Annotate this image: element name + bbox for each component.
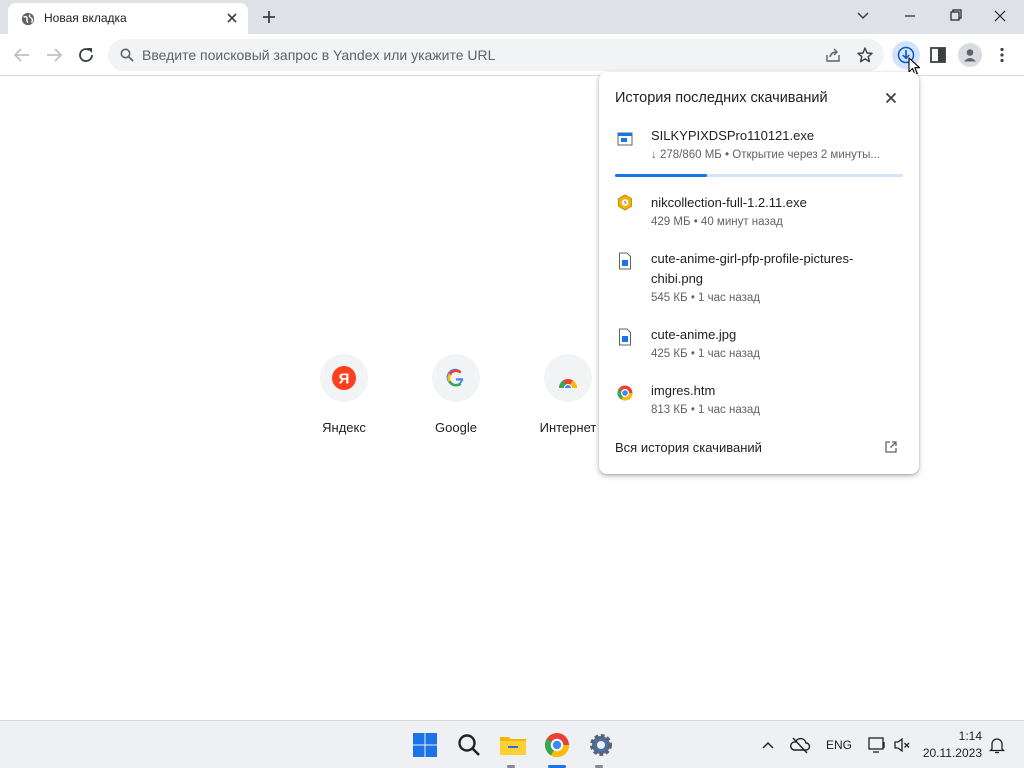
windows-start-icon[interactable] [409,729,441,761]
notification-bell-icon[interactable] [988,735,1006,755]
download-status: ↓ 278/860 МБ • Открытие через 2 минуты..… [651,149,880,161]
download-status: 545 КБ • 1 час назад [651,292,760,304]
all-downloads-link[interactable]: Вся история скачиваний [615,440,762,455]
profile-avatar[interactable] [958,43,982,67]
svg-text:Я: Я [339,371,350,388]
chevron-up-icon[interactable] [760,737,776,753]
shortcut-tile [544,354,592,402]
clock-time[interactable]: 1:14 [924,729,982,743]
globe-icon [21,12,35,26]
chevron-down-icon[interactable] [852,6,874,26]
shortcut-label: Google [435,420,477,435]
search-icon [120,48,134,62]
image-file-icon [619,328,631,346]
download-item[interactable]: cute-anime-girl-pfp-profile-pictures-chi… [599,249,919,313]
speaker-muted-icon[interactable] [892,735,912,755]
forward-button[interactable] [42,43,66,67]
restore-button[interactable] [943,5,967,27]
taskbar: ENG 1:14 20.11.2023 [0,720,1024,768]
download-item[interactable]: nikcollection-full-1.2.11.exe 429 МБ • 4… [599,192,919,236]
open-external-icon[interactable] [884,440,898,454]
chrome-icon[interactable] [541,729,573,761]
onedrive-offline-icon[interactable] [789,735,811,755]
toolbar [0,34,1024,76]
chrome-webstore-icon [559,379,577,388]
close-tab-icon[interactable] [224,10,240,26]
close-window-button[interactable] [988,5,1012,27]
shortcut-yandex[interactable]: Я Яндекс [294,354,394,444]
reload-button[interactable] [74,43,98,67]
file-explorer-icon[interactable] [497,729,529,761]
tab-title: Новая вкладка [44,11,127,25]
download-filename: nikcollection-full-1.2.11.exe [651,195,807,210]
language-indicator[interactable]: ENG [826,738,852,752]
shortcut-label: Яндекс [322,420,366,435]
tab-new-tab[interactable]: Новая вкладка [8,3,248,34]
search-icon[interactable] [453,729,485,761]
download-filename: SILKYPIXDSPro110121.exe [651,128,815,143]
settings-gear-icon[interactable] [585,729,617,761]
google-icon [446,368,464,387]
side-panel-icon[interactable] [926,43,950,67]
download-progress-bar [615,174,903,177]
image-file-icon [619,252,631,270]
download-status: 429 МБ • 40 минут назад [651,216,783,228]
title-bar: Новая вкладка [0,0,1024,34]
display-icon[interactable] [866,735,888,755]
address-input[interactable] [142,46,742,64]
person-icon [964,49,976,62]
download-filename: imgres.htm [651,383,716,398]
close-icon[interactable] [882,89,900,107]
download-filename: cute-anime.jpg [651,327,737,342]
bookmark-star-icon[interactable] [856,46,874,64]
nik-collection-icon [618,194,632,211]
downloads-title: История последних скачиваний [615,90,828,106]
shortcut-google[interactable]: Google [406,354,506,444]
chrome-html-file-icon [617,385,633,401]
download-filename: cute-anime-girl-pfp-profile-pictures-chi… [651,251,854,286]
share-icon[interactable] [824,46,842,64]
shortcut-tile [432,354,480,402]
new-tab-button[interactable] [259,7,279,27]
minimize-button[interactable] [898,5,922,27]
downloads-bubble: История последних скачиваний SILKYPIXDSP… [599,72,919,474]
address-bar[interactable] [108,39,884,71]
download-status: 813 КБ • 1 час назад [651,404,760,416]
shortcut-tile: Я [320,354,368,402]
menu-kebab-icon[interactable] [990,43,1014,67]
download-item[interactable]: imgres.htm 813 КБ • 1 час назад [599,381,919,425]
yandex-icon: Я [332,366,356,390]
download-progress-fill [615,174,708,177]
back-button[interactable] [10,43,34,67]
exe-installer-icon [617,132,633,146]
clock-date[interactable]: 20.11.2023 [916,746,982,760]
download-item[interactable]: cute-anime.jpg 425 КБ • 1 час назад [599,325,919,369]
download-status: 425 КБ • 1 час назад [651,348,760,360]
